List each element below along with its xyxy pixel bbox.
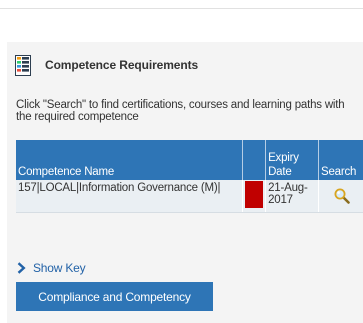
competence-requirements-panel: Competence Requirements Click "Search" t… [7,42,363,323]
search-instructions: Click "Search" to find certifications, c… [16,99,345,123]
competence-table: Competence Name Expiry Date Search 157|L… [16,140,363,213]
show-key-label: Show Key [33,261,86,275]
magnifier-icon[interactable] [334,188,350,204]
table-header-row: Competence Name Expiry Date Search [16,140,363,180]
top-divider [0,0,363,9]
report-list-icon [15,54,31,76]
show-key-link[interactable]: Show Key [17,261,86,275]
panel-header: Competence Requirements [15,54,198,76]
competence-name-cell: 157|LOCAL|Information Governance (M)| [16,180,244,213]
search-cell [318,180,363,213]
expiry-date-cell: 21-Aug-2017 [265,180,320,213]
column-header-search: Search [318,140,363,180]
panel-title: Competence Requirements [45,58,199,72]
chevron-right-icon [17,262,26,274]
column-header-expiry-date: Expiry Date [265,140,320,180]
table-row: 157|LOCAL|Information Governance (M)| 21… [16,180,363,213]
status-cell [242,180,267,213]
compliance-and-competency-button[interactable]: Compliance and Competency [16,282,213,311]
column-header-competence-name: Competence Name [16,140,244,180]
column-header-status [242,140,267,180]
status-indicator [245,181,264,208]
